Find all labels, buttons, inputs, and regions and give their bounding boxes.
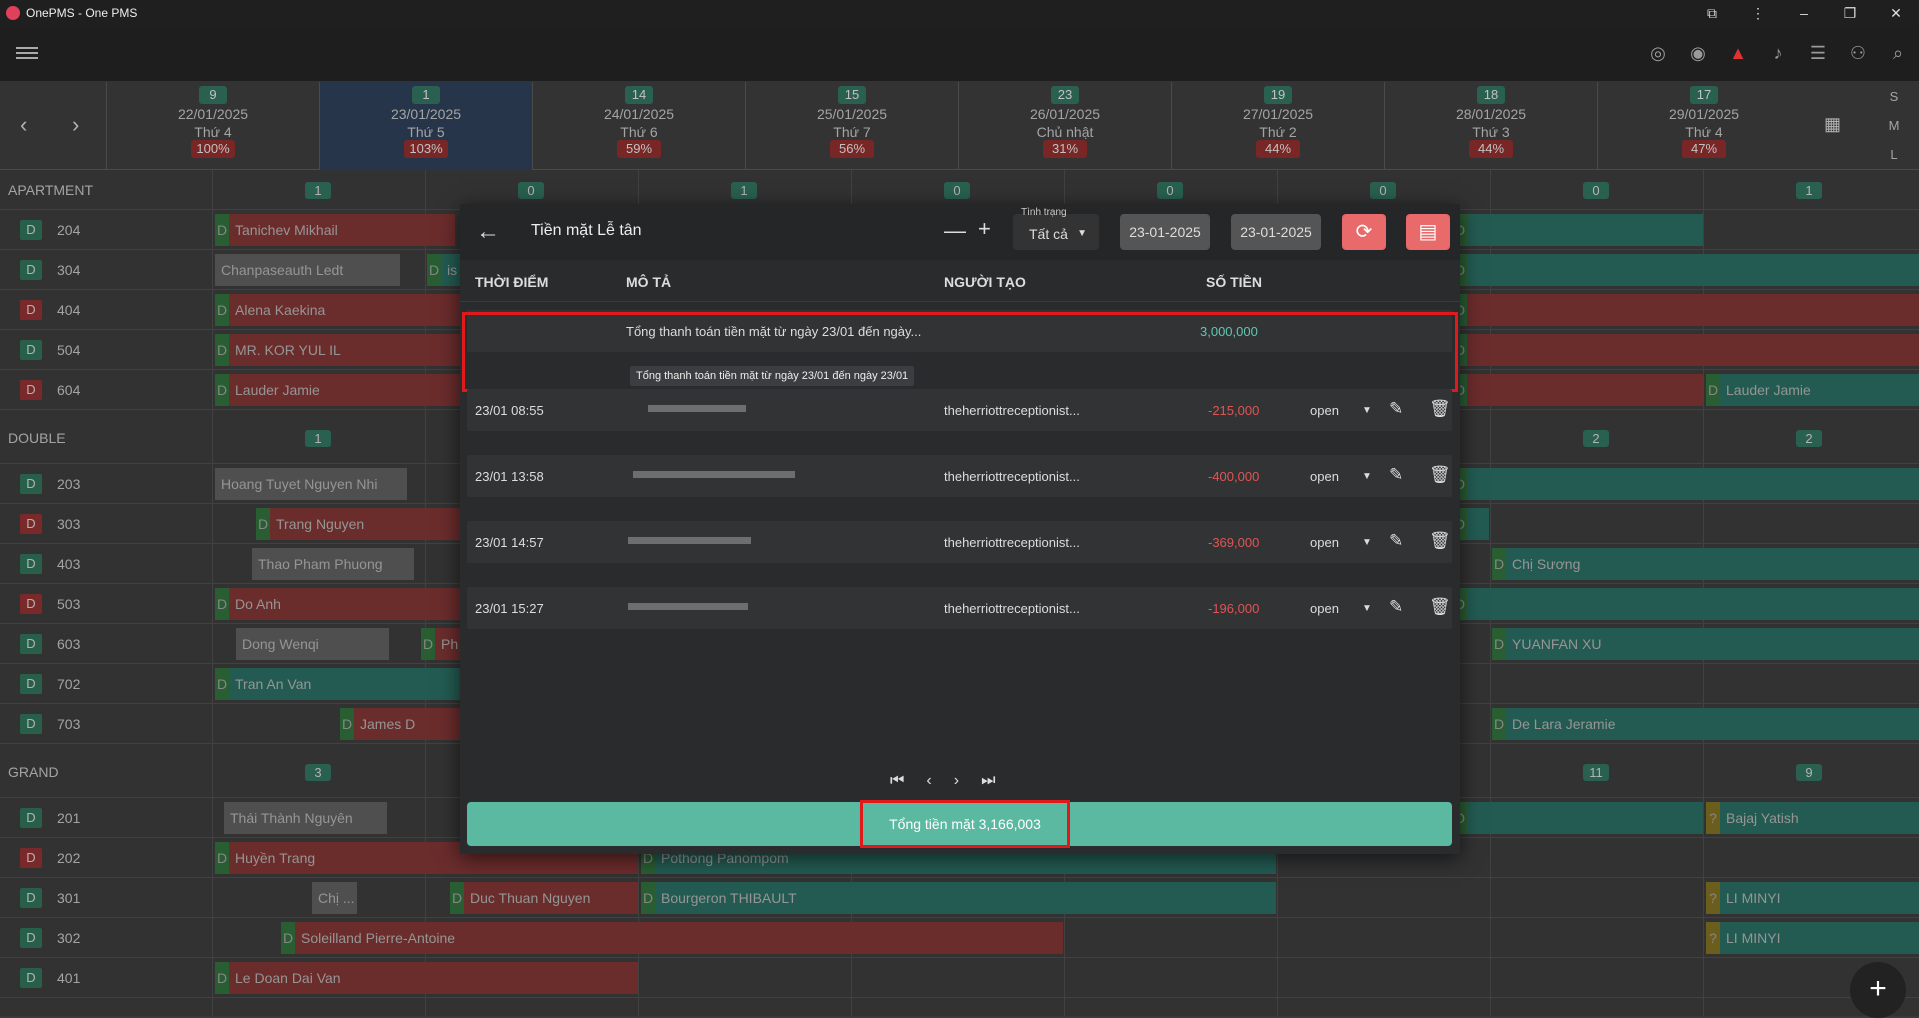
document-icon: ▤	[1418, 221, 1438, 243]
row-status: open	[1310, 403, 1339, 418]
row-time: 23/01 13:58	[475, 469, 544, 484]
more-vert-icon[interactable]: ⋮	[1735, 0, 1781, 26]
last-page-icon[interactable]: ⏭	[981, 772, 995, 792]
maximize-button[interactable]: ❐	[1827, 0, 1873, 26]
total-bar: Tổng tiền mặt 3,166,003	[467, 800, 1452, 848]
row-time: 23/01 08:55	[475, 403, 544, 418]
col-creator: NGƯỜI TẠO	[944, 274, 1026, 290]
table-row[interactable]: 23/01 15:27 theherriottreceptionist... -…	[467, 587, 1452, 629]
row-creator: theherriottreceptionist...	[944, 403, 1080, 418]
first-page-icon[interactable]: ⏮	[890, 772, 904, 792]
delete-icon[interactable]: 🗑	[1429, 531, 1451, 551]
plus-icon[interactable]: +	[978, 216, 991, 242]
row-status: open	[1310, 469, 1339, 484]
status-dropdown-icon[interactable]: ▼	[1362, 471, 1372, 482]
search-icon[interactable]: ⌕	[1885, 40, 1911, 66]
export-button[interactable]: ▤	[1406, 214, 1450, 250]
row-status: open	[1310, 535, 1339, 550]
row-time: 23/01 14:57	[475, 535, 544, 550]
dialog-title: Tiền mặt Lễ tân	[531, 222, 642, 239]
edit-icon[interactable]: ✎	[1389, 465, 1403, 485]
edit-icon[interactable]: ✎	[1389, 399, 1403, 419]
hamburger-menu-icon[interactable]	[16, 44, 38, 64]
fingerprint-icon[interactable]: ◎	[1645, 40, 1671, 66]
minimize-button[interactable]: –	[1781, 0, 1827, 26]
total-cash-label: Tổng tiền mặt 3,166,003	[860, 800, 1070, 848]
col-desc: MÔ TẢ	[626, 274, 672, 290]
status-dropdown-icon[interactable]: ▼	[1362, 603, 1372, 614]
status-select[interactable]: Tất cả ▼	[1013, 214, 1099, 250]
warning-icon[interactable]: ▲	[1725, 40, 1751, 66]
list-icon[interactable]: ☰	[1805, 40, 1831, 66]
date-from-field[interactable]: 23-01-2025	[1120, 214, 1210, 250]
add-user-icon[interactable]: ⚇	[1845, 40, 1871, 66]
table-header: THỜI ĐIỂM MÔ TẢ NGƯỜI TẠO SỐ TIỀN	[460, 260, 1460, 302]
prev-page-icon[interactable]: ‹	[926, 772, 931, 792]
status-dropdown-icon[interactable]: ▼	[1362, 405, 1372, 416]
status-label: Tình trạng	[1021, 207, 1067, 218]
redacted-desc	[628, 537, 751, 544]
delete-icon[interactable]: 🗑	[1429, 597, 1451, 617]
delete-icon[interactable]: 🗑	[1429, 399, 1451, 419]
add-fab-button[interactable]: +	[1850, 962, 1906, 1018]
edit-icon[interactable]: ✎	[1389, 531, 1403, 551]
eye-icon[interactable]: ◉	[1685, 40, 1711, 66]
table-row[interactable]: 23/01 08:55 theherriottreceptionist... -…	[467, 389, 1452, 431]
delete-icon[interactable]: 🗑	[1429, 465, 1451, 485]
next-page-icon[interactable]: ›	[954, 772, 959, 792]
window-title: OnePMS - One PMS	[26, 6, 138, 20]
minus-icon[interactable]: —	[944, 218, 966, 244]
date-to-field[interactable]: 23-01-2025	[1231, 214, 1321, 250]
row-amount: -215,000	[1208, 403, 1260, 418]
edit-icon[interactable]: ✎	[1389, 597, 1403, 617]
pagination: ⏮ ‹ › ⏭	[890, 772, 1040, 792]
app-logo-icon	[6, 6, 20, 20]
close-window-button[interactable]: ✕	[1873, 0, 1919, 26]
app-toolbar: ◎ ◉ ▲ ♪ ☰ ⚇ ⌕	[0, 26, 1919, 82]
highlight-box	[462, 312, 1458, 392]
redacted-desc	[648, 405, 746, 412]
status-value: Tất cả	[1029, 226, 1068, 242]
dialog-header: ← Tiền mặt Lễ tân — + Tất cả ▼ Tình trạng…	[460, 204, 1460, 260]
row-creator: theherriottreceptionist...	[944, 601, 1080, 616]
refresh-icon: ⟳	[1355, 221, 1373, 243]
back-arrow-icon[interactable]: ←	[476, 218, 500, 246]
notification-bell-icon[interactable]: ♪	[1765, 40, 1791, 66]
redacted-desc	[628, 603, 748, 610]
refresh-button[interactable]: ⟳	[1342, 214, 1386, 250]
table-row[interactable]: 23/01 14:57 theherriottreceptionist... -…	[467, 521, 1452, 563]
extensions-icon[interactable]: ⧉	[1689, 0, 1735, 26]
col-amount: SỐ TIỀN	[1206, 274, 1263, 290]
row-amount: -400,000	[1208, 469, 1260, 484]
table-row[interactable]: 23/01 13:58 theherriottreceptionist... -…	[467, 455, 1452, 497]
row-creator: theherriottreceptionist...	[944, 469, 1080, 484]
row-time: 23/01 15:27	[475, 601, 544, 616]
redacted-desc	[633, 471, 795, 478]
status-dropdown-icon[interactable]: ▼	[1362, 537, 1372, 548]
row-amount: -369,000	[1208, 535, 1260, 550]
cash-dialog: ← Tiền mặt Lễ tân — + Tất cả ▼ Tình trạng…	[460, 204, 1460, 854]
col-time: THỜI ĐIỂM	[475, 274, 549, 290]
chevron-down-icon: ▼	[1077, 228, 1087, 239]
row-creator: theherriottreceptionist...	[944, 535, 1080, 550]
row-status: open	[1310, 601, 1339, 616]
row-amount: -196,000	[1208, 601, 1260, 616]
window-titlebar: OnePMS - One PMS ⧉ ⋮ – ❐ ✕	[0, 0, 1919, 26]
